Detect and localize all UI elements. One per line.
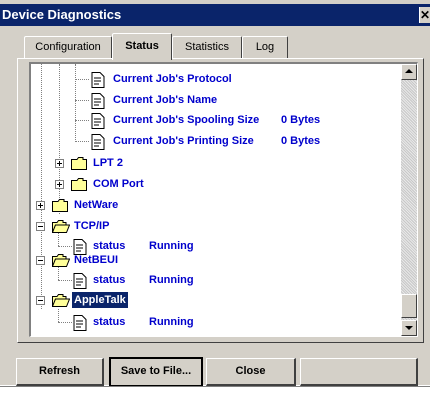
tree-item-value: 0 Bytes [281, 114, 321, 126]
tree-item-label: COM Port [93, 178, 144, 190]
folder-open-icon [52, 294, 70, 307]
scroll-down-button[interactable] [401, 320, 417, 336]
tree-item-label: Current Job's Spooling Size [113, 114, 260, 126]
scroll-thumb[interactable] [401, 294, 417, 318]
expand-icon[interactable] [55, 180, 64, 189]
collapse-icon[interactable] [36, 222, 45, 231]
tree-item-label: status [93, 316, 126, 328]
window-title: Device Diagnostics [2, 7, 122, 22]
folder-open-icon [52, 220, 70, 233]
device-diagnostics-window: Device Diagnostics ✕ Configuration Stati… [0, 0, 430, 387]
tree-item-current-jobs-protocol[interactable]: Current Job's Protocol [31, 71, 401, 89]
tree-item-label: status [93, 274, 126, 286]
tree-item-label: NetBEUI [74, 254, 119, 266]
tree-item-current-jobs-name[interactable]: Current Job's Name [31, 92, 401, 110]
tab-configuration[interactable]: Configuration [24, 36, 112, 58]
arrow-up-icon [405, 69, 413, 73]
document-icon [73, 273, 87, 289]
tree-item-value: 0 Bytes [281, 135, 321, 147]
tree-item-appletalk[interactable]: AppleTalk [31, 292, 401, 310]
tree-item-label: AppleTalk [72, 292, 128, 308]
tab-log[interactable]: Log [242, 36, 288, 58]
tree-item-netbeui-status[interactable]: status Running [31, 272, 401, 290]
collapse-icon[interactable] [36, 296, 45, 305]
tree-item-label: TCP/IP [74, 220, 110, 232]
tree-item-tcpip[interactable]: TCP/IP [31, 218, 401, 236]
expand-icon[interactable] [36, 201, 45, 210]
tree-item-printing-size[interactable]: Current Job's Printing Size 0 Bytes [31, 133, 401, 151]
close-icon[interactable]: ✕ [419, 7, 430, 23]
status-tree-view[interactable]: Current Job's Protocol Current Job's Nam… [29, 62, 418, 337]
save-to-file-button[interactable]: Save to File... [109, 357, 203, 387]
document-icon [91, 93, 105, 109]
expand-icon[interactable] [55, 159, 64, 168]
tree-item-value: Running [149, 274, 194, 286]
tab-statistics[interactable]: Statistics [172, 36, 242, 58]
title-bar[interactable]: Device Diagnostics ✕ [0, 4, 430, 26]
refresh-button[interactable]: Refresh [16, 358, 104, 386]
blank-button[interactable] [300, 358, 418, 386]
window-bottom-edge [0, 386, 430, 387]
tree-item-netbeui[interactable]: NetBEUI [31, 252, 401, 270]
vertical-scrollbar[interactable] [401, 64, 417, 336]
tree-item-label: Current Job's Printing Size [113, 135, 254, 147]
tree-item-label: NetWare [74, 199, 119, 211]
close-button[interactable]: Close [206, 358, 296, 386]
scroll-up-button[interactable] [401, 64, 417, 80]
arrow-down-icon [405, 326, 413, 330]
collapse-icon[interactable] [36, 256, 45, 265]
folder-open-icon [52, 254, 70, 267]
document-icon [73, 315, 87, 331]
tab-status[interactable]: Status [112, 33, 172, 60]
tree-item-spooling-size[interactable]: Current Job's Spooling Size 0 Bytes [31, 112, 401, 130]
document-icon [91, 113, 105, 129]
folder-closed-icon [71, 178, 87, 191]
document-icon [91, 72, 105, 88]
folder-closed-icon [71, 157, 87, 170]
tree-item-label: Current Job's Protocol [113, 73, 232, 85]
document-icon [91, 134, 105, 150]
tree-item-netware[interactable]: NetWare [31, 197, 401, 215]
folder-closed-icon [52, 199, 68, 212]
tree-item-appletalk-status[interactable]: status Running [31, 314, 401, 332]
tree-item-label: Current Job's Name [113, 94, 218, 106]
tree-item-value: Running [149, 316, 194, 328]
tree-item-label: LPT 2 [93, 157, 123, 169]
tree-item-com-port[interactable]: COM Port [31, 176, 401, 194]
tree-item-lpt2[interactable]: LPT 2 [31, 155, 401, 173]
